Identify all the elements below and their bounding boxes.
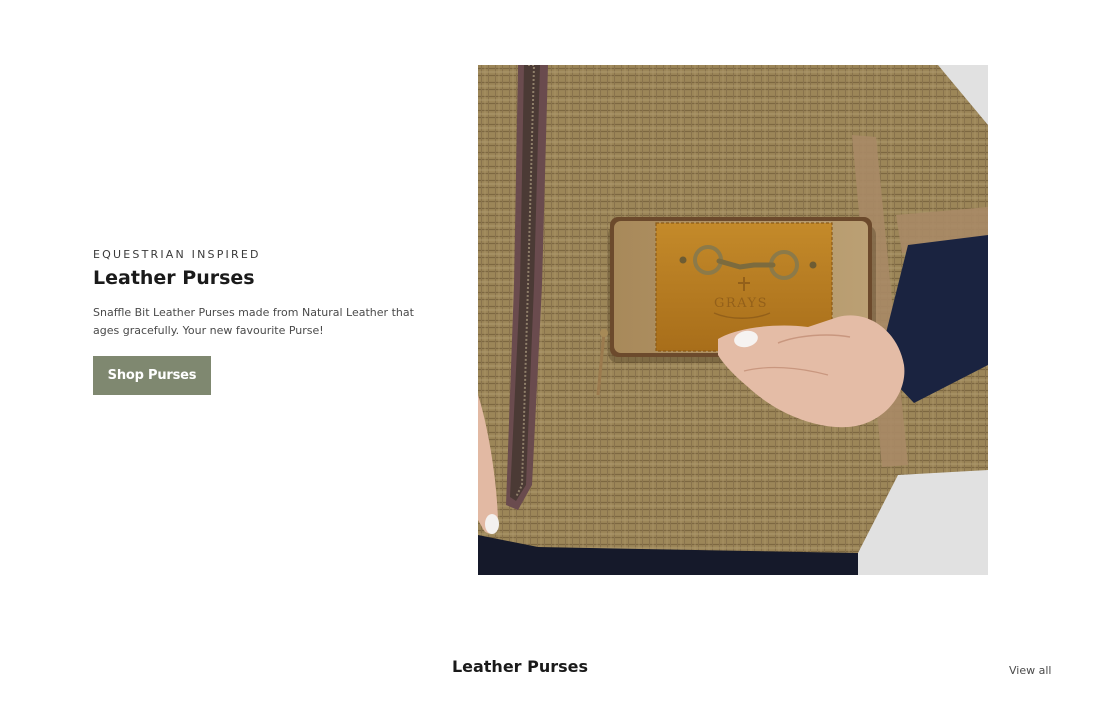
product-photo[interactable]: GRAYS <box>478 65 988 575</box>
purse-photo-illustration: GRAYS <box>478 65 988 575</box>
page: EQUESTRIAN INSPIRED Leather Purses Snaff… <box>0 0 1096 707</box>
shop-purses-button[interactable]: Shop Purses <box>93 356 211 395</box>
promo-text-block: EQUESTRIAN INSPIRED Leather Purses Snaff… <box>93 248 433 395</box>
view-all-link[interactable]: View all <box>1009 663 1051 679</box>
promo-eyebrow: EQUESTRIAN INSPIRED <box>93 248 261 261</box>
collection-title: Leather Purses <box>451 657 589 676</box>
purse-brand-stamp: GRAYS <box>714 296 768 311</box>
promo-description: Snaffle Bit Leather Purses made from Nat… <box>93 306 414 337</box>
promo-title: Leather Purses <box>93 267 255 289</box>
